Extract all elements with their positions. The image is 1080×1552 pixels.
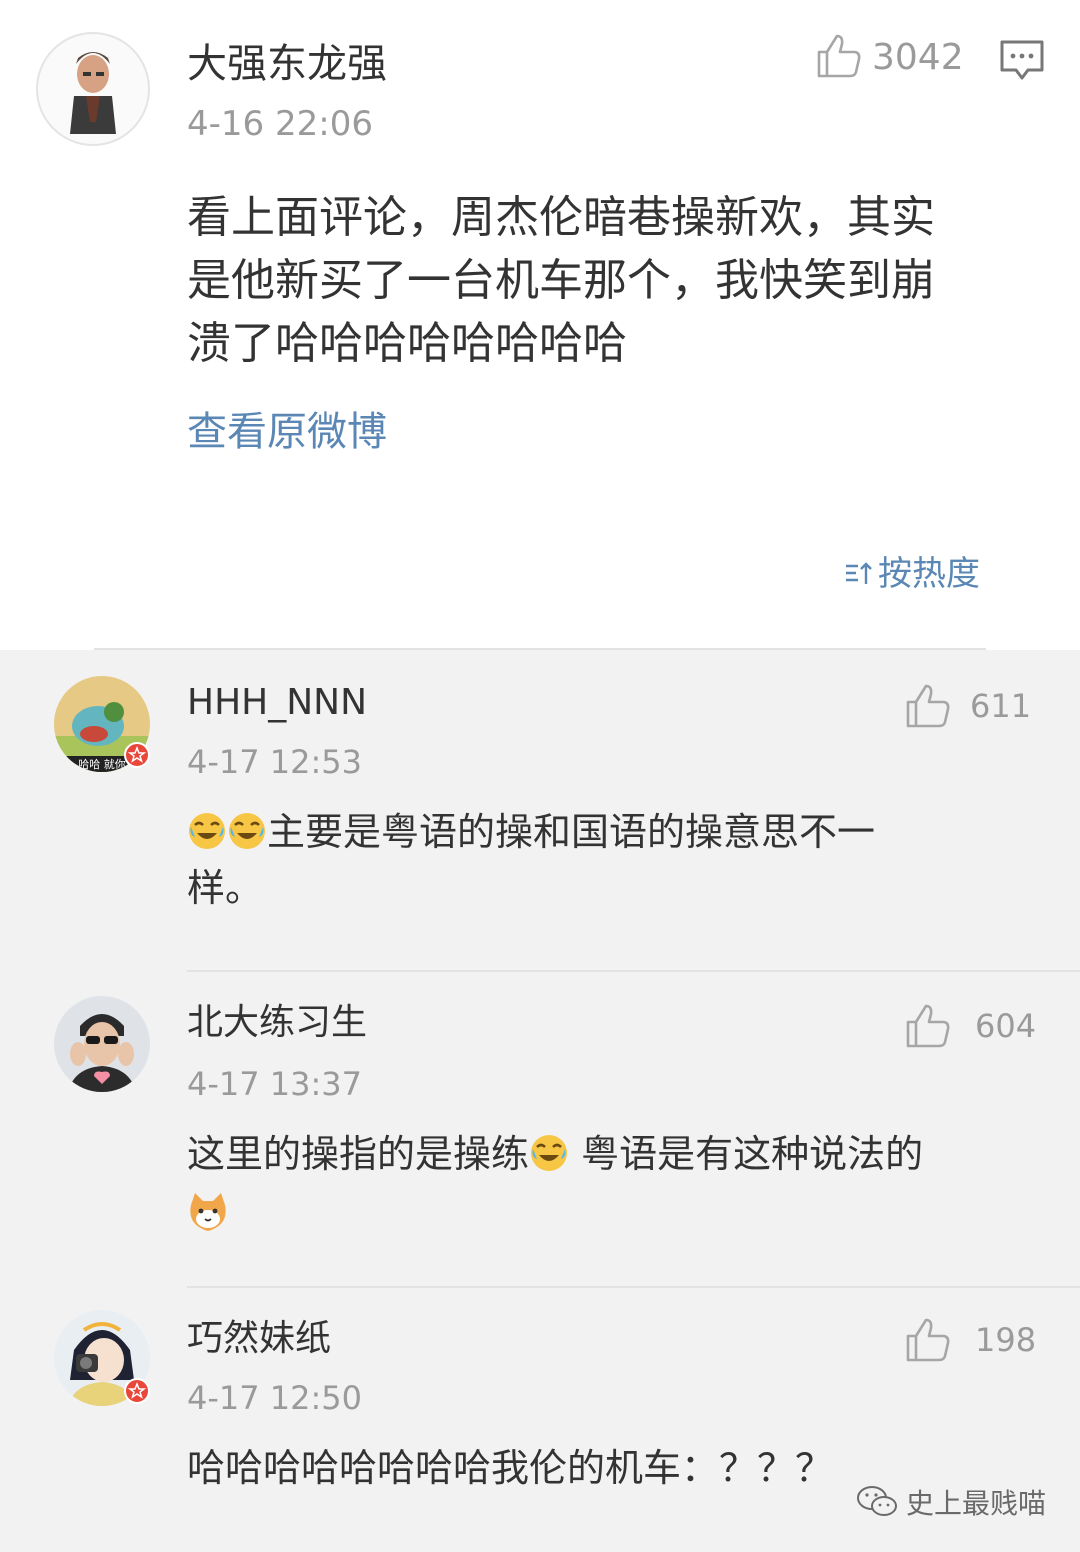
reply-time: 4-17 12:53	[187, 743, 363, 781]
reply-time: 4-17 12:50	[187, 1379, 363, 1417]
reply-time: 4-17 13:37	[187, 1065, 363, 1103]
main-avatar[interactable]	[36, 32, 150, 146]
reply-text-line-2: 样。	[187, 866, 264, 910]
reply-like-count: 611	[970, 687, 1032, 725]
section-divider	[94, 648, 986, 650]
like-icon[interactable]	[904, 682, 952, 730]
main-like-count: 3042	[872, 37, 964, 78]
reply-text-part-1: 这里的操指的是操练	[187, 1132, 530, 1176]
verified-badge-icon	[124, 1378, 150, 1404]
main-comment-line-1: 看上面评论，周杰伦暗巷操新欢，其实	[187, 192, 935, 243]
laugh-cry-emoji	[229, 813, 265, 849]
reply-avatar[interactable]	[54, 1310, 150, 1406]
reply-text: 主要是粤语的操和国语的操意思不一 样。	[187, 804, 1017, 916]
sort-label: 按热度	[878, 554, 980, 594]
like-icon[interactable]	[904, 1002, 952, 1050]
laugh-cry-emoji	[531, 1135, 568, 1171]
main-comment-text: 看上面评论，周杰伦暗巷操新欢，其实 是他新买了一台机车那个，我快笑到崩 溃了哈哈…	[187, 186, 1027, 375]
main-comment-panel: 大强东龙强 4-16 22:06 3042 看上面评论，周杰伦暗巷操新欢，其实 …	[0, 0, 1080, 650]
sort-button[interactable]: 按热度	[844, 552, 980, 596]
avatar-caption: 哈哈 就你	[78, 757, 126, 771]
watermark: 史上最贱喵	[856, 1482, 1046, 1522]
reply-avatar[interactable]: 哈哈 就你	[54, 676, 150, 772]
reply-divider	[187, 1286, 1080, 1288]
like-icon[interactable]	[904, 1316, 952, 1364]
reply-divider	[187, 970, 1080, 972]
main-comment-time: 4-16 22:06	[187, 104, 373, 144]
reply-text-part-2: 粤语是有这种说法的	[569, 1132, 924, 1176]
reply-user-name[interactable]: 巧然妹纸	[187, 1316, 331, 1362]
like-icon[interactable]	[815, 32, 863, 80]
sort-icon	[846, 562, 872, 584]
reply-user-name[interactable]: 北大练习生	[187, 1000, 367, 1046]
laugh-cry-emoji	[189, 813, 225, 849]
comment-icon[interactable]	[998, 38, 1046, 82]
main-comment-line-2: 是他新买了一台机车那个，我快笑到崩	[187, 255, 935, 306]
reply-like-count: 604	[975, 1007, 1037, 1045]
main-user-name[interactable]: 大强东龙强	[187, 38, 387, 90]
verified-badge-icon	[124, 742, 150, 768]
wechat-icon	[856, 1486, 897, 1516]
reply-text: 这里的操指的是操练 粤语是有这种说法的	[187, 1126, 1037, 1242]
view-original-link[interactable]: 查看原微博	[187, 405, 387, 459]
cat-emoji	[190, 1193, 226, 1231]
reply-like-count: 198	[975, 1321, 1037, 1359]
watermark-text: 史上最贱喵	[905, 1487, 1046, 1520]
main-comment-line-3: 溃了哈哈哈哈哈哈哈哈	[187, 318, 627, 369]
reply-user-name[interactable]: HHH_NNN	[187, 680, 367, 726]
reply-avatar[interactable]	[54, 996, 150, 1092]
reply-text-line-1: 主要是粤语的操和国语的操意思不一	[267, 810, 876, 854]
